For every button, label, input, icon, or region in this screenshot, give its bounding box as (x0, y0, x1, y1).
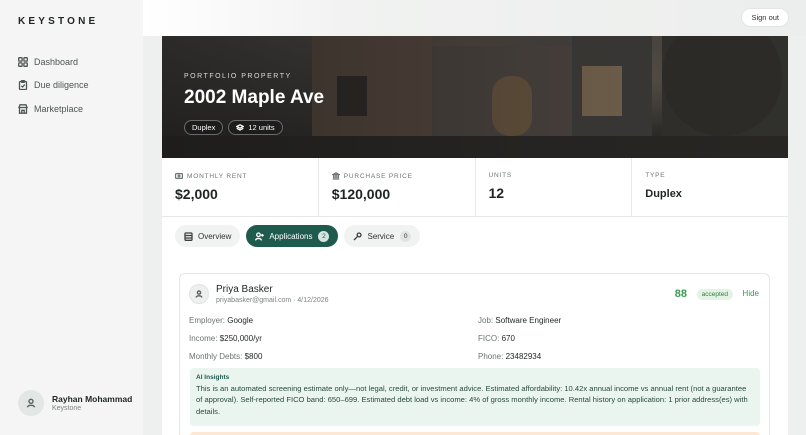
ai-insights-body: This is an automated screening estimate … (196, 384, 748, 416)
ai-insights: AI Insights This is an automated screeni… (190, 368, 760, 426)
sidebar: KEYSTONE Dashboard Due diligence Marketp… (0, 0, 143, 435)
avatar (18, 390, 44, 416)
stat-label: PURCHASE PRICE (343, 172, 413, 180)
user-plus-icon (255, 231, 265, 241)
top-bar: Sign out (143, 0, 806, 36)
user-name: Rayhan Mohammad (52, 394, 133, 404)
grid-icon (18, 56, 28, 67)
tab-applications[interactable]: Applications 2 (246, 225, 339, 247)
user-icon (195, 290, 203, 298)
hero-eyebrow: PORTFOLIO PROPERTY (184, 73, 292, 80)
field-value: $250,000/yr (219, 334, 262, 343)
sidebar-nav: Dashboard Due diligence Marketplace (18, 50, 89, 121)
sidebar-item-label: Due diligence (34, 80, 89, 91)
tab-label: Service (367, 231, 395, 241)
tab-service[interactable]: Service 0 (344, 225, 421, 247)
brand-logo[interactable]: KEYSTONE (18, 16, 98, 27)
field-employer: Employer: Google (189, 316, 254, 325)
sidebar-item-label: Dashboard (34, 56, 79, 67)
avatar (189, 284, 209, 304)
sidebar-item-marketplace[interactable]: Marketplace (18, 97, 89, 121)
wrench-icon (354, 231, 363, 240)
stat-value: $120,000 (331, 186, 391, 202)
stat-type: TYPE Duplex (632, 158, 788, 216)
application-card: Priya Basker priyabasker@gmail.com · 4/1… (179, 273, 770, 435)
stat-monthly-rent: MONTHLY RENT $2,000 (162, 158, 319, 216)
tab-count: 0 (400, 230, 412, 242)
field-fico: FICO: 670 (478, 334, 515, 343)
sidebar-item-label: Marketplace (34, 103, 84, 114)
clipboard-check-icon (18, 80, 28, 91)
stat-value: 12 (488, 185, 505, 201)
bank-icon (331, 172, 340, 180)
user-org: Keystone (52, 405, 82, 412)
field-value: $800 (244, 352, 263, 361)
field-monthly-debts: Monthly Debts: $800 (189, 352, 263, 361)
user-profile[interactable]: Rayhan Mohammad Keystone (18, 390, 132, 416)
field-value: Software Engineer (495, 316, 562, 325)
stat-label: TYPE (645, 172, 666, 179)
user-icon (26, 398, 36, 408)
tab-count: 2 (318, 230, 330, 242)
field-income: Income: $250,000/yr (189, 334, 262, 343)
units-chip: 12 units (228, 120, 283, 135)
sidebar-item-dashboard[interactable]: Dashboard (18, 50, 89, 74)
stats-row: MONTHLY RENT $2,000 PURCHASE PRICE $120,… (162, 158, 788, 217)
stat-label: MONTHLY RENT (187, 172, 248, 180)
building-icon (184, 231, 193, 241)
layers-icon (236, 123, 245, 131)
applicant-name: Priya Basker (216, 284, 273, 295)
main-content: Sign out PORTFOLIO PROPERTY 2002 Maple A… (143, 0, 806, 435)
field-job: Job: Software Engineer (478, 316, 562, 325)
tab-overview[interactable]: Overview (175, 225, 241, 247)
property-hero: PORTFOLIO PROPERTY 2002 Maple Ave Duplex… (162, 36, 788, 158)
wallet-icon (175, 173, 183, 179)
stat-purchase-price: PURCHASE PRICE $120,000 (319, 158, 476, 216)
store-icon (18, 103, 28, 114)
units-chip-label: 12 units (248, 123, 275, 132)
field-phone: Phone: 23482934 (478, 352, 542, 361)
ai-insights-title: AI Insights (196, 374, 230, 381)
field-value: Google (227, 316, 254, 325)
sidebar-item-due-diligence[interactable]: Due diligence (18, 74, 89, 98)
hide-button[interactable]: Hide (743, 289, 759, 298)
property-title: 2002 Maple Ave (184, 87, 325, 108)
stat-label: UNITS (488, 172, 512, 179)
stat-value: $2,000 (175, 186, 218, 202)
status-badge: accepted (696, 289, 733, 300)
tab-label: Overview (198, 231, 232, 241)
tab-panel: Overview Applications 2 Service 0 Priya … (162, 217, 788, 435)
applicant-score: 88 (674, 288, 687, 300)
stat-value: Duplex (645, 188, 682, 200)
field-value: 23482934 (505, 352, 542, 361)
type-chip: Duplex (184, 120, 224, 135)
tab-bar: Overview Applications 2 Service 0 (175, 225, 421, 247)
field-value: 670 (501, 334, 515, 343)
tab-label: Applications (269, 231, 313, 241)
sign-out-button[interactable]: Sign out (741, 8, 789, 27)
stat-units: UNITS 12 (476, 158, 633, 216)
applicant-meta: priyabasker@gmail.com · 4/12/2026 (216, 297, 329, 304)
property-chips: Duplex 12 units (184, 120, 283, 135)
